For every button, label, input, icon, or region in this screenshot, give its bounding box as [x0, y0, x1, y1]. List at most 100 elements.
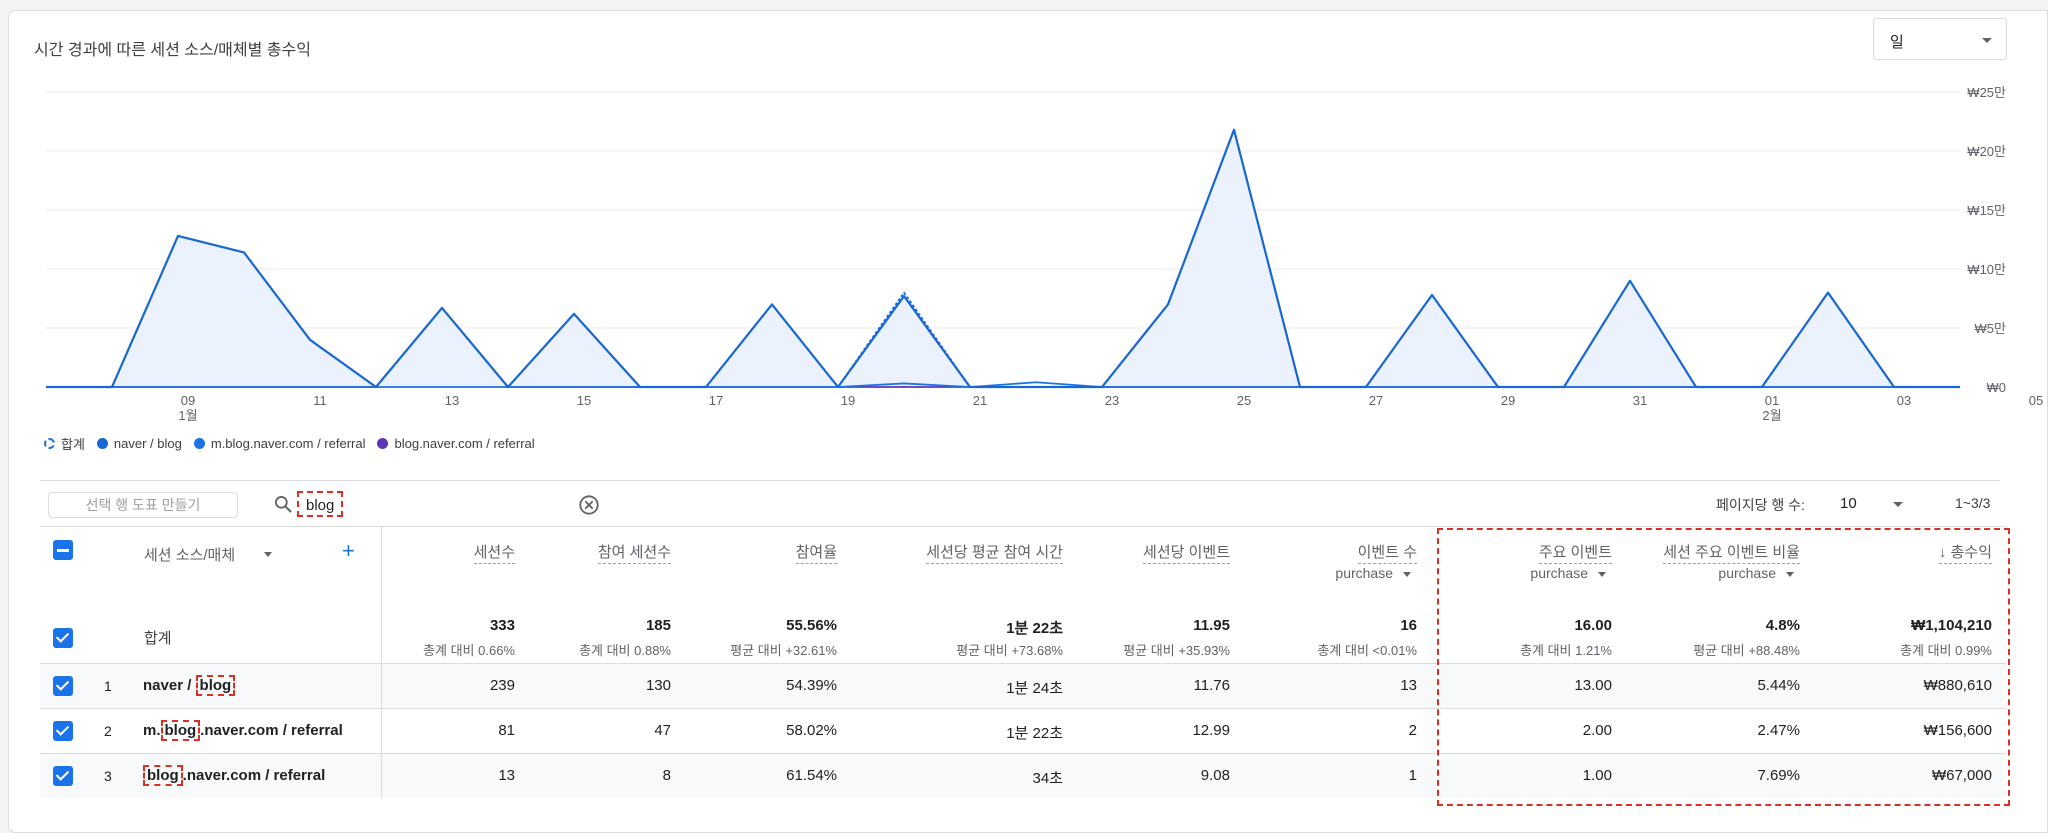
totals-comparison: 총계 대비 <0.01%	[1317, 643, 1417, 658]
row-metric-value: 47	[654, 722, 671, 739]
search-input[interactable]: blog	[297, 491, 344, 517]
x-tick-label: 19	[841, 393, 855, 408]
select-all-checkbox[interactable]	[53, 540, 73, 560]
x-tick-label: 29	[1501, 393, 1515, 408]
clear-search-icon[interactable]	[578, 494, 600, 516]
row-metric-value: 81	[498, 722, 515, 739]
chevron-down-icon[interactable]	[264, 552, 272, 557]
column-header[interactable]: 세션당 이벤트	[1143, 541, 1230, 564]
row-metric-value: 54.39%	[786, 677, 837, 694]
totals-comparison: 평균 대비 +35.93%	[1123, 643, 1230, 658]
dimension-header[interactable]: 세션 소스/매체	[144, 544, 235, 565]
legend-dot-icon	[96, 438, 108, 449]
x-month-label: 2월	[1762, 408, 1781, 423]
legend-dot-icon	[44, 438, 55, 449]
revenue-line-chart: ₩25만 ₩20만 ₩15만 ₩10만 ₩5만 ₩0 091월 11 13 15 17 19 21 23 2…	[46, 85, 2043, 423]
column-event-filter-label: purchase	[1335, 565, 1393, 581]
y-tick-label: ₩25만	[1967, 85, 2006, 100]
y-tick-label: ₩20만	[1967, 144, 2006, 159]
row-dimension-cell: 2 m. blog .naver.com / referral	[40, 709, 382, 753]
row-dimension-cell: 3 blog .naver.com / referral	[40, 754, 382, 798]
row-metric-value: 11.76	[1193, 677, 1230, 694]
plot-rows-button[interactable]: 선택 행 도표 만들기	[48, 492, 238, 518]
legend-dot-icon	[377, 438, 389, 449]
row-metric-value: 8	[662, 767, 671, 784]
legend-label: naver / blog	[113, 436, 182, 451]
add-dimension-icon[interactable]: +	[342, 540, 355, 562]
row-metric-value: 61.54%	[786, 767, 837, 784]
row-number: 2	[104, 723, 112, 739]
totals-value: 55.56%	[786, 617, 837, 634]
series-line-1	[46, 128, 1960, 389]
totals-label: 합계	[144, 630, 172, 647]
row-number: 1	[104, 678, 112, 694]
row-metric-value: 9.08	[1200, 767, 1230, 784]
legend-label: blog.naver.com / referral	[394, 436, 535, 451]
rows-per-page-label: 페이지당 행 수:	[1716, 497, 1805, 513]
y-tick-label: ₩5만	[1975, 321, 2007, 336]
totals-value: 16	[1400, 617, 1417, 634]
row-checkbox[interactable]	[53, 766, 73, 786]
legend-label: 합계	[61, 437, 85, 452]
search-match-highlight: blog	[160, 720, 201, 741]
totals-value: 1분 22초	[1006, 620, 1063, 637]
column-header[interactable]: 세션수	[473, 541, 515, 564]
row-source-medium[interactable]: naver / blog	[143, 675, 236, 696]
totals-comparison: 평균 대비 +32.61%	[730, 643, 837, 658]
legend-item[interactable]: m.blog.naver.com / referral	[193, 436, 366, 451]
legend-dot-icon	[193, 438, 205, 449]
rows-per-page-select[interactable]: 10	[1840, 495, 1857, 512]
row-metric-value: 58.02%	[786, 722, 837, 739]
row-metric-value: 34초	[1032, 770, 1064, 787]
x-tick-label: 09	[181, 393, 195, 408]
row-source-prefix: m.	[143, 722, 161, 739]
column-header[interactable]: 이벤트 수	[1357, 541, 1417, 564]
legend-item[interactable]: 합계	[44, 434, 85, 453]
row-metric-value: 13	[1400, 677, 1417, 694]
column-header[interactable]: 참여율	[795, 541, 837, 564]
x-tick-label: 15	[577, 393, 591, 408]
row-checkbox[interactable]	[53, 676, 73, 696]
chevron-down-icon[interactable]	[1893, 502, 1903, 507]
row-metric-value: 2	[1408, 722, 1417, 739]
x-tick-label: 23	[1105, 393, 1119, 408]
row-source-medium[interactable]: m. blog .naver.com / referral	[143, 720, 343, 741]
x-tick-label: 25	[1237, 393, 1251, 408]
highlight-annotation	[1437, 528, 2010, 806]
legend-item[interactable]: naver / blog	[96, 436, 182, 451]
totals-comparison: 평균 대비 +73.68%	[956, 643, 1063, 658]
x-tick-label: 21	[973, 393, 987, 408]
row-source-medium[interactable]: blog .naver.com / referral	[143, 765, 326, 786]
totals-checkbox[interactable]	[53, 628, 73, 648]
search-match-highlight: blog	[195, 675, 236, 696]
row-source-suffix: .naver.com / referral	[182, 767, 326, 784]
row-metric-value: 12.99	[1192, 722, 1230, 739]
row-number: 3	[104, 768, 112, 784]
column-header[interactable]: 참여 세션수	[597, 541, 671, 564]
chevron-down-icon	[1403, 571, 1411, 577]
column-event-filter[interactable]: purchase	[1335, 565, 1411, 581]
column-header[interactable]: 세션당 평균 참여 시간	[926, 541, 1063, 564]
legend-label: m.blog.naver.com / referral	[210, 436, 366, 451]
legend-item[interactable]: blog.naver.com / referral	[377, 436, 535, 451]
x-month-label: 1월	[178, 408, 197, 423]
row-metric-value: 1	[1408, 767, 1417, 784]
x-tick-label: 01	[1765, 393, 1779, 408]
row-metric-value: 1분 24초	[1006, 680, 1063, 697]
x-tick-label: 27	[1369, 393, 1383, 408]
totals-value: 185	[645, 617, 671, 634]
totals-comparison: 총계 대비 0.66%	[423, 643, 515, 658]
x-tick-label: 05	[2029, 393, 2043, 408]
row-checkbox[interactable]	[53, 721, 73, 741]
totals-value: 11.95	[1193, 617, 1230, 634]
row-metric-value: 13	[498, 767, 515, 784]
search-icon	[275, 496, 292, 513]
y-tick-label: ₩0	[1987, 380, 2007, 395]
row-metric-value: 1분 22초	[1006, 725, 1063, 742]
dimension-header-cell: 세션 소스/매체 +	[40, 527, 382, 607]
y-tick-label: ₩10만	[1967, 262, 2006, 277]
totals-value: 333	[489, 617, 515, 634]
x-tick-label: 17	[709, 393, 723, 408]
x-tick-label: 11	[313, 393, 327, 408]
y-tick-label: ₩15만	[1967, 203, 2006, 218]
